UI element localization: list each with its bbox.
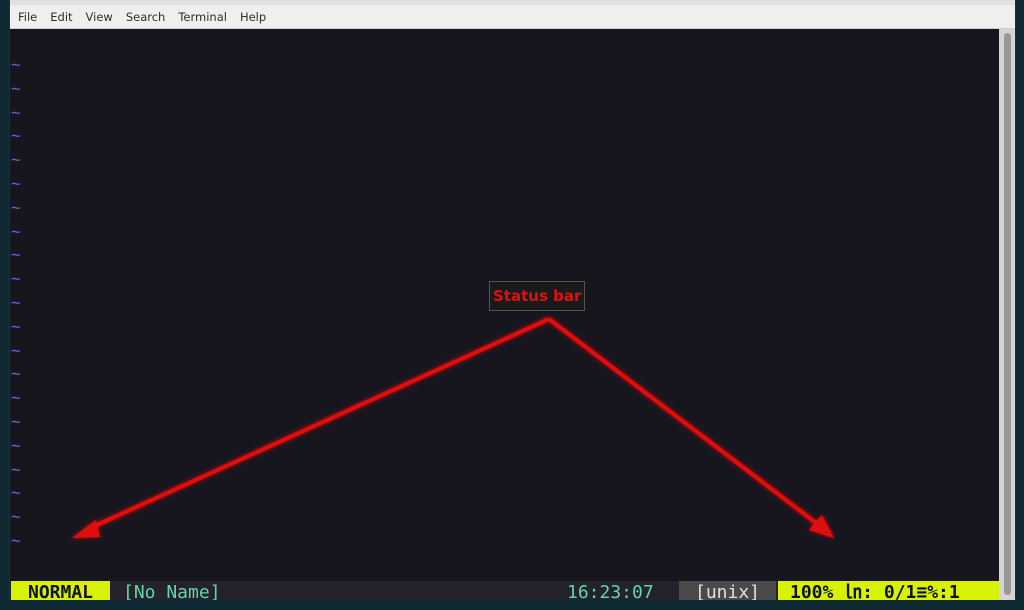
empty-line-marker: ~ [11,197,21,217]
empty-line-marker: ~ [11,412,21,431]
empty-line-marker: ~ [11,126,21,146]
vim-status-bar: NORMAL [No Name] 16:23:07 [unix] 100% ㏑:… [10,581,1000,600]
empty-line-marker: ~ [11,174,21,193]
menu-edit[interactable]: Edit [50,10,72,24]
file-format: [unix] [679,581,776,600]
empty-line-marker: ~ [11,221,21,241]
scrollbar[interactable] [999,29,1015,600]
empty-line-marker: ~ [11,150,21,170]
clock-display: 16:23:07 [567,582,654,600]
scrollbar-thumb[interactable] [1004,33,1011,595]
empty-line-marker: ~ [11,507,21,527]
menu-view[interactable]: View [86,10,113,24]
menu-file[interactable]: File [18,10,37,24]
menu-help[interactable]: Help [240,10,266,24]
cursor-position: 100% ㏑: 0/1≡%:1 [778,581,1000,600]
empty-line-marker: ~ [11,245,21,265]
menu-search[interactable]: Search [126,10,166,24]
mode-indicator: NORMAL [11,581,110,600]
file-name: [No Name] [123,582,221,600]
empty-line-marker: ~ [11,55,21,74]
empty-line-marker: ~ [11,269,21,289]
empty-line-marker: ~ [11,364,21,384]
menu-bar: File Edit View Search Terminal Help [10,0,1015,29]
empty-line-marker: ~ [11,388,21,408]
empty-line-marker: ~ [11,340,21,360]
vim-editor-area[interactable]: NORMAL [No Name] 16:23:07 [unix] 100% ㏑:… [10,29,1000,600]
empty-line-marker: ~ [11,531,21,550]
empty-line-marker: ~ [11,293,21,312]
status-bar-annotation-label: Status bar [489,281,586,311]
empty-line-marker: ~ [11,483,21,503]
empty-line-marker: ~ [11,435,21,455]
empty-line-marker: ~ [11,316,21,336]
empty-line-marker: ~ [11,78,21,98]
empty-line-marker: ~ [11,459,21,479]
empty-line-marker: ~ [11,102,21,122]
menu-terminal[interactable]: Terminal [178,10,227,24]
